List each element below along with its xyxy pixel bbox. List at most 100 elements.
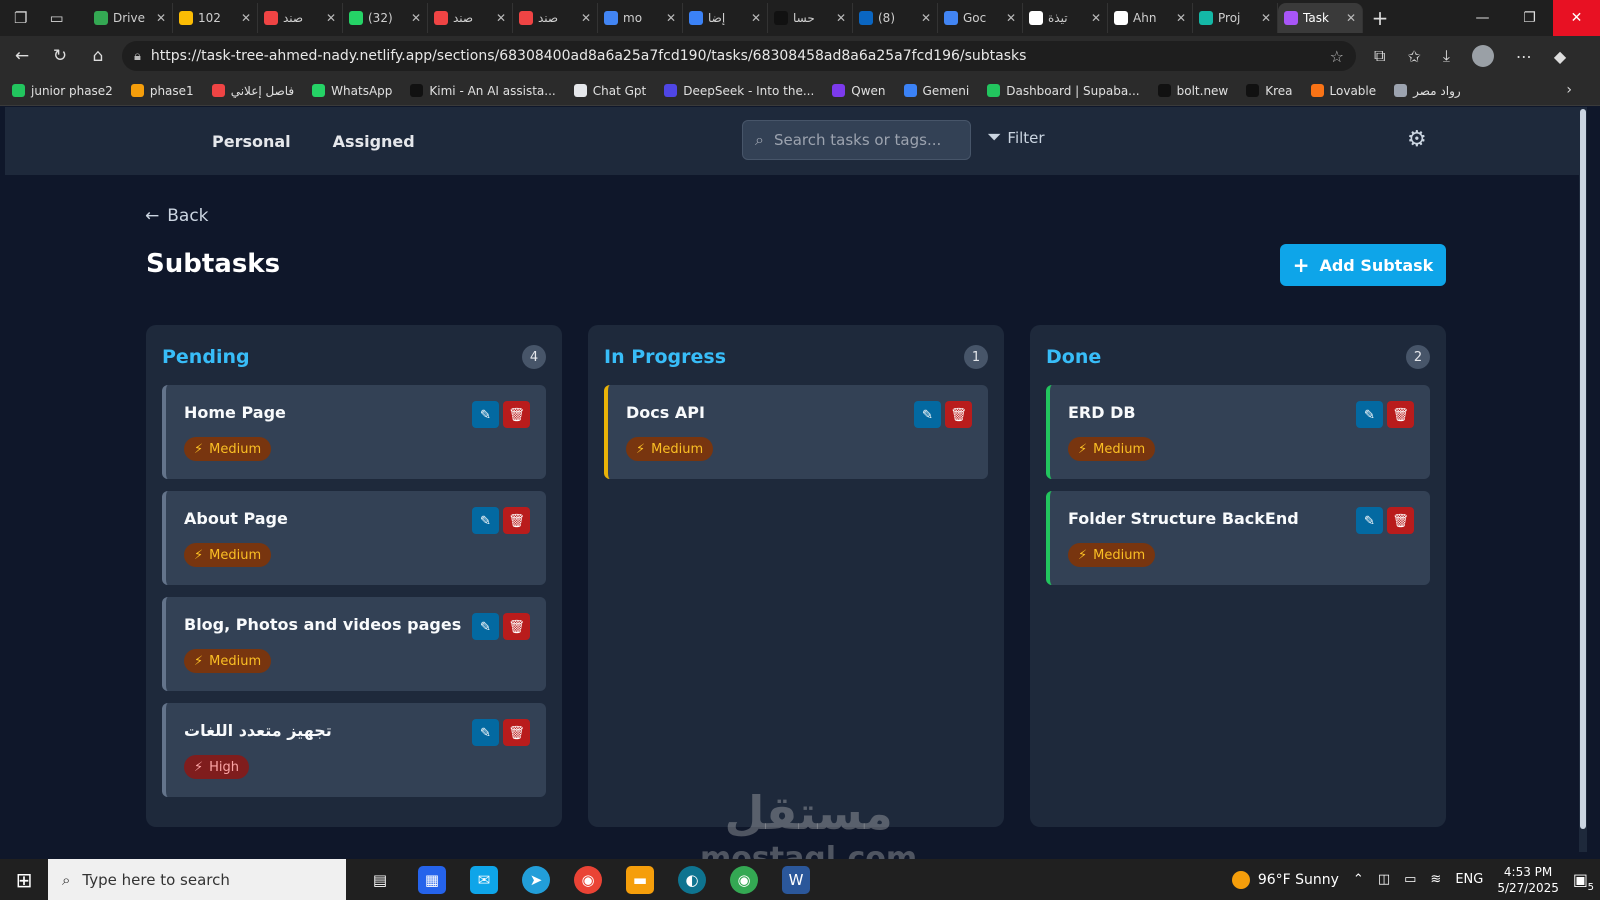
edit-icon[interactable]: ✎ [472,613,499,640]
browser-tab[interactable]: Ahn ✕ [1108,3,1193,33]
telegram-icon[interactable]: ➤ [522,865,550,894]
mail-icon[interactable]: ✉ [470,865,498,894]
word-icon[interactable]: W [782,865,810,894]
tab-close-icon[interactable]: ✕ [921,11,931,25]
scrollbar-thumb[interactable] [1580,109,1586,829]
profile-avatar[interactable] [1471,45,1494,67]
browser-tab[interactable]: حسا ✕ [768,3,853,33]
windows-start-icon[interactable]: ⊞ [0,859,48,900]
trash-icon[interactable]: 🗑︎ [1387,507,1414,534]
edit-icon[interactable]: ✎ [1356,401,1383,428]
browser-tab[interactable]: mo ✕ [598,3,683,33]
tab-close-icon[interactable]: ✕ [666,11,676,25]
browser-tab[interactable]: (32) ✕ [343,3,428,33]
reload-icon[interactable]: ↻ [50,46,70,66]
bookmark-item[interactable]: Chat Gpt [573,84,646,98]
tab-close-icon[interactable]: ✕ [581,11,591,25]
trash-icon[interactable]: 🗑︎ [945,401,972,428]
add-subtask-button[interactable]: + Add Subtask [1280,244,1446,286]
chrome-profile-icon[interactable]: ◉ [730,865,758,894]
tab-close-icon[interactable]: ✕ [1346,11,1356,25]
close-window-icon[interactable]: ✕ [1553,0,1600,36]
url-text[interactable]: https://task-tree-ahmed-nady.netlify.app… [151,48,1320,64]
site-info-icon[interactable]: 🔒︎ [134,49,141,64]
browser-tab[interactable]: إضا ✕ [683,3,768,33]
trash-icon[interactable]: 🗑︎ [503,719,530,746]
downloads-icon[interactable]: ⤓ [1443,46,1450,66]
trash-icon[interactable]: 🗑︎ [1387,401,1414,428]
tab-close-icon[interactable]: ✕ [156,11,166,25]
task-view-icon[interactable]: ▤ [366,866,394,894]
browser-tab[interactable]: 102 ✕ [173,3,258,33]
taskbar-search[interactable]: ⌕ Type here to search [48,859,346,900]
vertical-tabs-icon[interactable]: ▭ [49,9,63,27]
tab-close-icon[interactable]: ✕ [1091,11,1101,25]
restore-icon[interactable]: ❐ [1506,0,1553,36]
bookmark-item[interactable]: Lovable [1310,84,1376,98]
subtask-card[interactable]: ERD DB ✎ 🗑︎ ⚡︎ Medium [1046,385,1430,479]
tab-close-icon[interactable]: ✕ [1261,11,1271,25]
chevron-up-icon[interactable]: ⌃ [1353,872,1364,887]
browser-tab[interactable]: Task ✕ [1278,3,1363,33]
nav-assigned[interactable]: Assigned [333,132,415,151]
filter-button[interactable]: ⏷ Filter [987,127,1045,148]
favorite-star-icon[interactable]: ☆ [1330,47,1344,66]
file-explorer-icon[interactable]: ▬ [626,865,654,894]
bookmark-item[interactable]: bolt.new [1157,84,1228,98]
copilot-icon[interactable]: ◆ [1554,47,1566,66]
bookmark-item[interactable]: Dashboard | Supaba... [987,84,1140,98]
edge-icon[interactable]: ◐ [678,865,706,894]
favorites-icon[interactable]: ✩ [1407,47,1420,66]
new-tab-button[interactable]: + [1363,6,1397,30]
settings-gear-icon[interactable]: ⚙ [1407,127,1427,152]
trash-icon[interactable]: 🗑︎ [503,507,530,534]
edit-icon[interactable]: ✎ [914,401,941,428]
more-menu-icon[interactable]: ⋯ [1516,47,1532,66]
tab-close-icon[interactable]: ✕ [241,11,251,25]
tab-close-icon[interactable]: ✕ [1006,11,1016,25]
tab-close-icon[interactable]: ✕ [496,11,506,25]
battery-icon[interactable]: ▭ [1404,872,1416,887]
workspaces-icon[interactable]: ❐ [14,9,27,27]
browser-tab[interactable]: صند ✕ [258,3,343,33]
back-arrow-icon[interactable]: ← [12,46,32,66]
edit-icon[interactable]: ✎ [472,719,499,746]
address-bar[interactable]: 🔒︎ https://task-tree-ahmed-nady.netlify.… [122,41,1356,71]
network-icon[interactable]: ◫ [1378,872,1390,887]
subtask-card[interactable]: تجهيز متعدد اللغات ✎ 🗑︎ ⚡︎ High [162,703,546,797]
bookmark-item[interactable]: رواد مصر [1394,84,1461,98]
bookmark-item[interactable]: Qwen [832,84,886,98]
subtask-card[interactable]: About Page ✎ 🗑︎ ⚡︎ Medium [162,491,546,585]
browser-tab[interactable]: تيذة ✕ [1023,3,1108,33]
bookmark-item[interactable]: DeepSeek - Into the... [664,84,814,98]
bookmark-item[interactable]: Gemeni [903,84,969,98]
minimize-icon[interactable]: — [1459,0,1506,36]
trash-icon[interactable]: 🗑︎ [503,613,530,640]
bookmark-item[interactable]: junior phase2 [12,84,113,98]
trash-icon[interactable]: 🗑︎ [503,401,530,428]
subtask-card[interactable]: Home Page ✎ 🗑︎ ⚡︎ Medium [162,385,546,479]
bookmark-item[interactable]: Krea [1246,84,1293,98]
bookmark-item[interactable]: Kimi - An AI assista... [410,84,556,98]
clock[interactable]: 4:53 PM 5/27/2025 [1497,864,1559,896]
tab-close-icon[interactable]: ✕ [751,11,761,25]
extensions-icon[interactable]: ⧉ [1374,46,1385,66]
tab-close-icon[interactable]: ✕ [411,11,421,25]
search-input[interactable] [773,131,954,149]
browser-tab[interactable]: صند ✕ [428,3,513,33]
weather-widget[interactable]: 96°F Sunny [1231,870,1339,889]
browser-tab[interactable]: Drive ✕ [88,3,173,33]
tab-close-icon[interactable]: ✕ [1176,11,1186,25]
edit-icon[interactable]: ✎ [1356,507,1383,534]
language-indicator[interactable]: ENG [1455,872,1483,887]
browser-tab[interactable]: Proj ✕ [1193,3,1278,33]
subtask-card[interactable]: Docs API ✎ 🗑︎ ⚡︎ Medium [604,385,988,479]
browser-tab[interactable]: Goc ✕ [938,3,1023,33]
edit-icon[interactable]: ✎ [472,507,499,534]
chrome-icon[interactable]: ◉ [574,865,602,894]
home-icon[interactable]: ⌂ [88,46,108,66]
back-link[interactable]: ← Back [145,206,209,226]
browser-tab[interactable]: صند ✕ [513,3,598,33]
edit-icon[interactable]: ✎ [472,401,499,428]
subtask-card[interactable]: Folder Structure BackEnd ✎ 🗑︎ ⚡︎ Medium [1046,491,1430,585]
